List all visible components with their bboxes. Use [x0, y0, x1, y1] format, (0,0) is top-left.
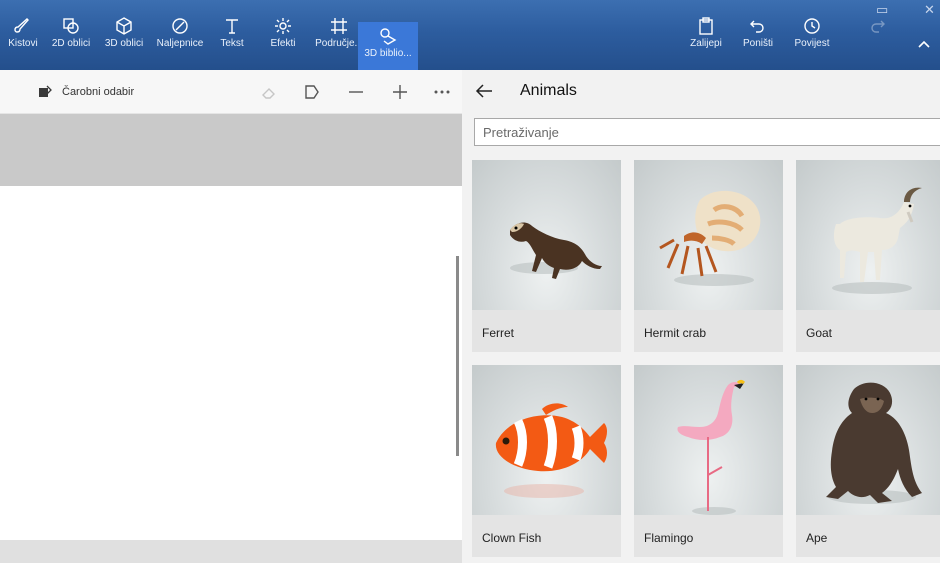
back-button[interactable]: [474, 81, 496, 103]
clear-selection-button[interactable]: [259, 82, 279, 102]
tool-paste[interactable]: Zalijepi: [686, 16, 726, 68]
tool-label: Efekti: [270, 38, 296, 49]
paste-icon: [699, 17, 713, 35]
top-ribbon: ▭ ✕ Kistovi 2D oblici 3D oblici Naljepni…: [0, 0, 940, 70]
canvas-toolbar: Čarobni odabir: [0, 70, 462, 114]
redo-icon: [871, 20, 885, 33]
canvas-icon: [331, 18, 347, 34]
model-thumbnail: [634, 365, 783, 515]
model-name: Ape: [806, 531, 828, 545]
tool-label: Povijest: [794, 38, 830, 49]
tool-label: Zalijepi: [690, 38, 722, 49]
tool-3d-shapes[interactable]: 3D oblici: [101, 16, 147, 68]
goat-model-image: [832, 187, 922, 294]
tool-label: Kistovi: [8, 38, 38, 49]
tool-label: 3D oblici: [104, 38, 144, 49]
tool-3d-library[interactable]: 3D biblio...: [358, 22, 418, 70]
tool-stickers[interactable]: Naljepnice: [153, 16, 207, 68]
model-thumbnail: [796, 160, 940, 310]
more-options-button[interactable]: [432, 82, 452, 102]
library-search-input[interactable]: [474, 118, 940, 146]
history-icon: [804, 18, 820, 34]
model-name: Clown Fish: [482, 531, 542, 545]
tool-text[interactable]: Tekst: [214, 16, 250, 68]
pentagon-icon: [305, 85, 319, 99]
model-tile-ferret[interactable]: Ferret: [472, 160, 621, 352]
model-name: Ferret: [482, 326, 515, 340]
eraser-icon: [262, 88, 275, 99]
model-tile-goat[interactable]: Goat: [796, 160, 940, 352]
model-name: Flamingo: [644, 531, 694, 545]
flamingo-model-image: [677, 380, 746, 515]
clown-fish-model-image: [495, 403, 607, 498]
zoom-in-button[interactable]: [390, 82, 410, 102]
collapse-ribbon-button[interactable]: [916, 36, 936, 56]
model-name: Hermit crab: [644, 326, 707, 340]
tool-redo[interactable]: [862, 16, 892, 68]
hermit-crab-model-image: [659, 190, 761, 286]
arrow-left-icon: [475, 84, 492, 98]
magic-select-button[interactable]: Čarobni odabir: [38, 85, 134, 99]
tool-2d-shapes[interactable]: 2D oblici: [48, 16, 94, 68]
model-thumbnail: [634, 160, 783, 310]
vertical-scrollbar[interactable]: [456, 256, 459, 456]
3d-library-icon: [380, 28, 397, 45]
tool-label: Poništi: [742, 38, 773, 49]
model-tile-hermit-crab[interactable]: Hermit crab: [634, 160, 783, 352]
tool-label: Područje...: [315, 38, 363, 49]
2d-shapes-icon: [63, 18, 79, 34]
plus-icon: [393, 85, 407, 99]
stickers-icon: [172, 18, 188, 34]
magic-select-label: Čarobni odabir: [62, 86, 135, 98]
minus-icon: [349, 91, 363, 93]
ape-model-image: [826, 382, 922, 504]
tool-brushes[interactable]: Kistovi: [6, 16, 40, 68]
model-thumbnail: [472, 365, 621, 515]
view-3d-button[interactable]: [302, 82, 322, 102]
tool-label: Naljepnice: [156, 38, 204, 49]
model-tile-flamingo[interactable]: Flamingo: [634, 365, 783, 557]
zoom-out-button[interactable]: [346, 82, 366, 102]
tool-canvas[interactable]: Područje...: [314, 16, 364, 68]
model-thumbnail: [472, 160, 621, 310]
undo-icon: [750, 20, 764, 33]
workspace-background: [0, 114, 462, 186]
ellipsis-icon: [434, 90, 450, 94]
text-icon: [226, 19, 238, 34]
brush-icon: [14, 18, 29, 33]
paint-3d-window: ▭ ✕ Kistovi 2D oblici 3D oblici Naljepni…: [0, 0, 940, 563]
tool-label: 3D biblio...: [364, 48, 412, 59]
tool-label: Tekst: [220, 38, 244, 49]
model-tile-clown-fish[interactable]: Clown Fish: [472, 365, 621, 557]
ferret-model-image: [510, 222, 602, 279]
effects-icon: [275, 18, 291, 34]
model-name: Goat: [806, 326, 833, 340]
drawing-canvas[interactable]: [0, 186, 462, 540]
workspace-bottom: [0, 540, 462, 563]
tool-history[interactable]: Povijest: [792, 16, 832, 68]
close-window-icon[interactable]: ✕: [924, 2, 935, 18]
tool-effects[interactable]: Efekti: [266, 16, 300, 68]
chevron-up-icon: [918, 40, 930, 48]
tool-label: 2D oblici: [51, 38, 91, 49]
3d-library-panel: Animals Ferret: [462, 70, 940, 563]
3d-shapes-icon: [116, 17, 132, 35]
magic-select-icon: [39, 85, 52, 97]
tool-undo[interactable]: Poništi: [738, 16, 778, 68]
model-thumbnail: [796, 365, 940, 515]
model-tile-ape[interactable]: Ape: [796, 365, 940, 557]
library-category-title: Animals: [520, 82, 577, 99]
